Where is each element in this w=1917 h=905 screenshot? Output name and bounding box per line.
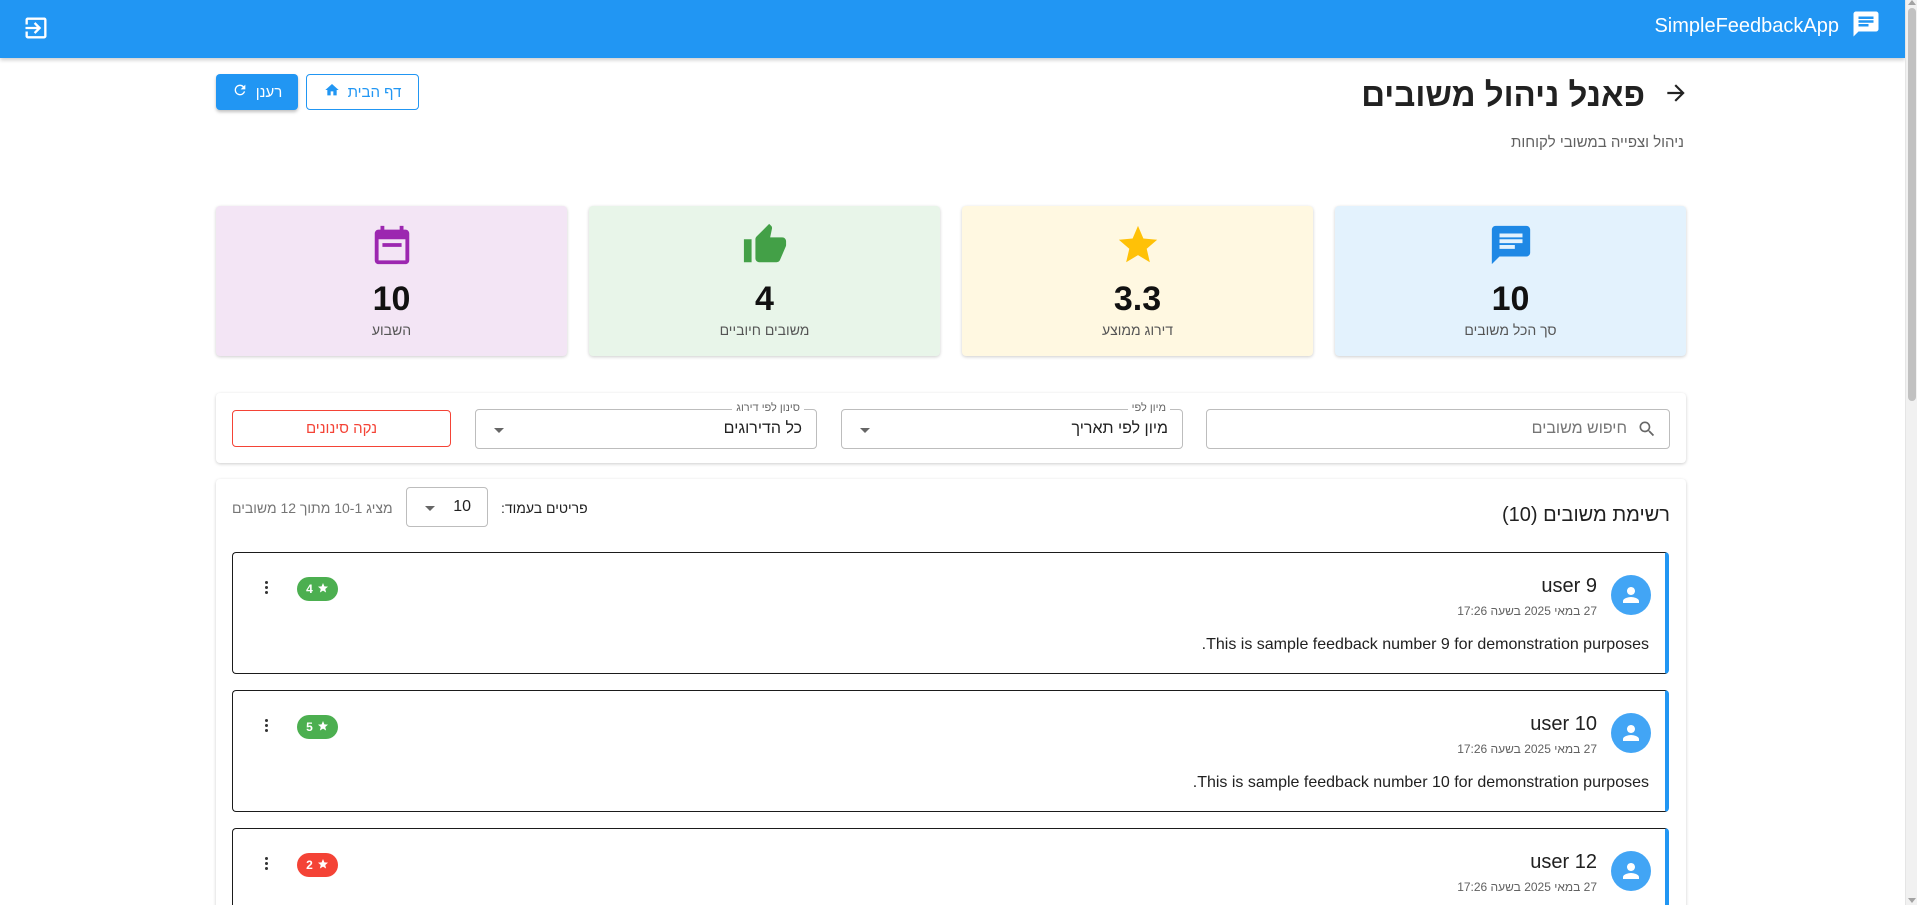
person-icon xyxy=(1623,863,1639,879)
header-actions: רענן דף הבית xyxy=(216,74,419,110)
home-button[interactable]: דף הבית xyxy=(306,74,419,110)
stat-card-total: 10 סך הכל משובים xyxy=(1335,206,1686,356)
more-vert-icon[interactable] xyxy=(263,857,269,873)
stat-card-positive: 4 משובים חיוביים xyxy=(589,206,940,356)
rating-value: כל הדירוגים xyxy=(723,420,802,437)
stat-value: 10 xyxy=(1491,280,1530,318)
rating-value: 2 xyxy=(306,858,313,872)
feedback-list-panel: רשימת משובים (10) פריטים בעמוד: 10 מציג … xyxy=(216,479,1686,905)
arrow-forward-icon[interactable] xyxy=(1663,80,1689,111)
sort-value: מיון לפי תאריך xyxy=(1071,420,1168,437)
rating-legend: סינון לפי דירוג xyxy=(732,402,804,414)
chevron-down-icon xyxy=(494,428,504,433)
refresh-label: רענן xyxy=(255,83,283,101)
feedback-user: user 9 xyxy=(1541,575,1597,597)
stat-value: 4 xyxy=(755,280,774,318)
scroll-up-icon[interactable] xyxy=(1908,0,1916,5)
feedback-message: This is sample feedback number 9 for dem… xyxy=(1201,636,1649,653)
home-label: דף הבית xyxy=(347,83,402,101)
rating-filter-select[interactable]: סינון לפי דירוג כל הדירוגים xyxy=(475,402,817,449)
feedback-date: 27 במאי 2025 בשעה 17:26 xyxy=(1457,880,1597,894)
avatar xyxy=(1611,575,1651,615)
chevron-down-icon xyxy=(860,428,870,433)
feedback-date: 27 במאי 2025 בשעה 17:26 xyxy=(1457,604,1597,618)
stat-card-week: 10 השבוע xyxy=(216,206,567,356)
brand: SimpleFeedbackApp xyxy=(1654,0,1881,52)
clear-filters-button[interactable]: נקה סינונים xyxy=(232,410,451,447)
star-icon xyxy=(317,858,329,873)
app-title: SimpleFeedbackApp xyxy=(1654,14,1839,37)
feedback-card[interactable]: user 12 27 במאי 2025 בשעה 17:26 2 xyxy=(232,828,1669,905)
search-placeholder: חיפוש משובים xyxy=(1531,420,1627,437)
refresh-icon xyxy=(232,82,248,102)
stat-value: 3.3 xyxy=(1113,280,1162,318)
star-icon xyxy=(962,222,1313,268)
feedback-date: 27 במאי 2025 בשעה 17:26 xyxy=(1457,742,1597,756)
per-page-select[interactable]: 10 xyxy=(406,487,488,527)
scroll-down-icon[interactable] xyxy=(1908,898,1916,903)
thumb-up-icon xyxy=(589,222,940,268)
feedback-message: This is sample feedback number 10 for de… xyxy=(1192,774,1649,791)
filter-bar: חיפוש משובים מיון לפי מיון לפי תאריך סינ… xyxy=(216,393,1686,463)
avatar xyxy=(1611,713,1651,753)
stat-value: 10 xyxy=(372,280,411,318)
stat-label: דירוג ממוצע xyxy=(1102,322,1173,338)
list-title: רשימת משובים (10) xyxy=(1502,504,1670,526)
stat-card-average: 3.3 דירוג ממוצע xyxy=(962,206,1313,356)
sort-legend: מיון לפי xyxy=(1127,402,1170,414)
person-icon xyxy=(1623,587,1639,603)
stat-label: משובים חיוביים xyxy=(719,322,810,338)
page-subtitle: ניהול וצפייה במשובי לקוחות xyxy=(1510,134,1684,151)
app-bar: SimpleFeedbackApp xyxy=(0,0,1905,58)
star-icon xyxy=(317,582,329,597)
range-info: מציג 10-1 מתוך 12 משובים xyxy=(232,500,393,516)
feedback-user: user 10 xyxy=(1530,713,1597,735)
chat-icon xyxy=(1335,222,1686,268)
feedback-user: user 12 xyxy=(1530,851,1597,873)
rating-value: 5 xyxy=(306,720,313,734)
rating-badge: 4 xyxy=(297,577,338,601)
per-page-label: פריטים בעמוד: xyxy=(501,500,588,516)
page-scrollbar[interactable] xyxy=(1905,0,1917,905)
sort-select[interactable]: מיון לפי מיון לפי תאריך xyxy=(841,402,1183,449)
person-icon xyxy=(1623,725,1639,741)
page-header: פאנל ניהול משובים xyxy=(1361,76,1689,114)
search-input[interactable]: חיפוש משובים xyxy=(1206,409,1670,449)
avatar xyxy=(1611,851,1651,891)
per-page-value: 10 xyxy=(453,498,471,515)
logout-icon[interactable] xyxy=(22,14,50,42)
stat-label: סך הכל משובים xyxy=(1464,322,1557,338)
refresh-button[interactable]: רענן xyxy=(216,74,298,110)
stat-label: השבוע xyxy=(371,322,412,338)
more-vert-icon[interactable] xyxy=(263,581,269,597)
page-title: פאנל ניהול משובים xyxy=(1361,76,1645,113)
chevron-down-icon xyxy=(425,506,435,511)
star-icon xyxy=(317,720,329,735)
more-vert-icon[interactable] xyxy=(263,719,269,735)
feedback-icon xyxy=(1851,9,1881,44)
feedback-card[interactable]: user 10 27 במאי 2025 בשעה 17:26 This is … xyxy=(232,690,1669,812)
calendar-icon xyxy=(216,222,567,268)
home-icon xyxy=(324,82,340,102)
search-icon xyxy=(1637,419,1657,444)
scrollbar-thumb[interactable] xyxy=(1908,8,1916,401)
feedback-card[interactable]: user 9 27 במאי 2025 בשעה 17:26 This is s… xyxy=(232,552,1669,674)
rating-badge: 5 xyxy=(297,715,338,739)
rating-value: 4 xyxy=(306,582,313,596)
rating-badge: 2 xyxy=(297,853,338,877)
